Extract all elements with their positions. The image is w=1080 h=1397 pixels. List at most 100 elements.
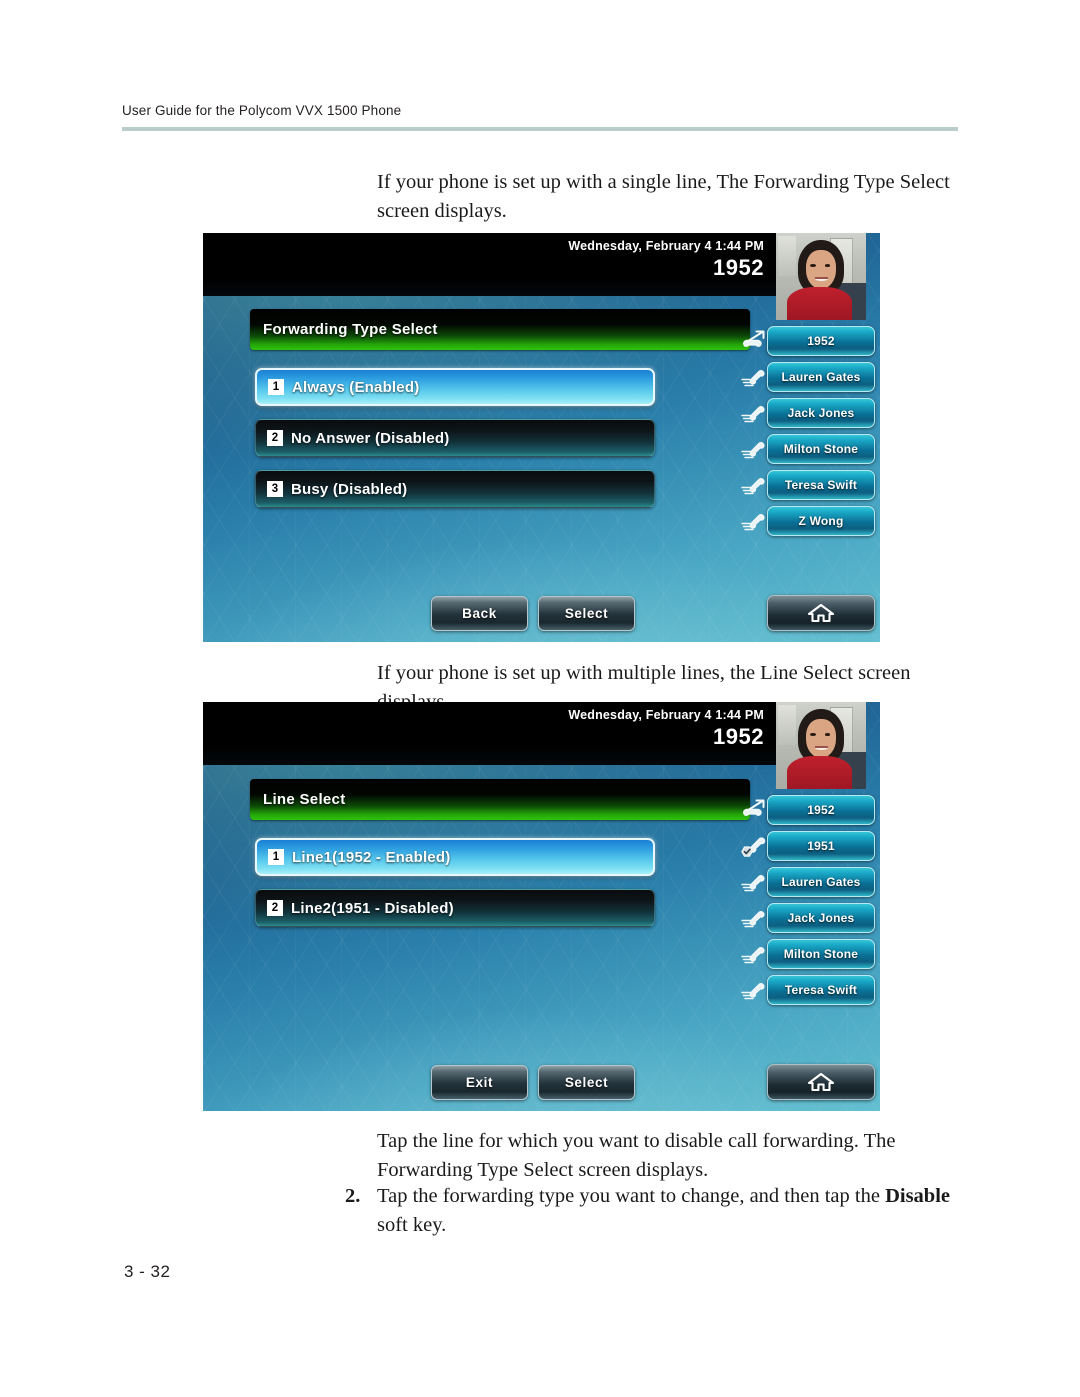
line-key[interactable]: Teresa Swift: [741, 975, 875, 1005]
step-2-bold-term: Disable: [885, 1185, 950, 1207]
handset-idle-icon: [741, 514, 765, 531]
soft-key-select[interactable]: Select: [538, 1065, 635, 1100]
status-bar: Wednesday, February 4 1:44 PM 1952: [203, 702, 776, 765]
home-button[interactable]: [767, 595, 875, 631]
line-key[interactable]: Lauren Gates: [741, 362, 875, 392]
step-2: 2. Tap the forwarding type you want to c…: [345, 1182, 965, 1240]
thumbnail-person-eye-left: [810, 264, 816, 268]
handset-idle-icon: [741, 442, 765, 459]
handset-idle-icon: [741, 911, 765, 928]
handset-idle-icon: [741, 983, 765, 1000]
menu-item[interactable]: 1 Line1(1952 - Enabled): [255, 838, 655, 876]
thumbnail-person-mouth: [814, 276, 829, 281]
menu-item-label: Line2(1951 - Disabled): [291, 899, 454, 917]
line-key-label: Lauren Gates: [781, 875, 861, 889]
handset-registered-icon: [741, 837, 766, 857]
menu-item[interactable]: 2 No Answer (Disabled): [255, 419, 655, 457]
line-key[interactable]: 1952: [743, 795, 875, 825]
line-key-label: 1952: [807, 803, 835, 817]
home-button[interactable]: [767, 1064, 875, 1100]
soft-key-select[interactable]: Select: [538, 596, 635, 631]
paragraph-single-line: If your phone is set up with a single li…: [377, 171, 950, 222]
menu-item-index: 3: [267, 481, 283, 497]
video-thumbnail[interactable]: [776, 233, 866, 320]
thumbnail-person-torso: [786, 286, 852, 320]
menu-item[interactable]: 1 Always (Enabled): [255, 368, 655, 406]
menu-item-label: Line1(1952 - Enabled): [292, 848, 451, 866]
menu-item-index: 2: [267, 430, 283, 446]
soft-key-label: Select: [564, 1075, 609, 1090]
line-key[interactable]: Milton Stone: [741, 939, 875, 969]
menu-item-label: No Answer (Disabled): [291, 429, 450, 447]
thumbnail-person-mouth: [814, 745, 829, 750]
handset-idle-icon: [741, 947, 765, 964]
status-datetime: Wednesday, February 4 1:44 PM: [568, 708, 764, 722]
handset-idle-icon: [741, 875, 765, 892]
document-header-text: User Guide for the Polycom VVX 1500 Phon…: [122, 103, 402, 118]
video-thumbnail[interactable]: [776, 702, 866, 789]
line-key[interactable]: Teresa Swift: [741, 470, 875, 500]
soft-key-back[interactable]: Back: [431, 596, 528, 631]
paragraph-tap-line: Tap the line for which you want to disab…: [377, 1130, 896, 1181]
line-key-label: Lauren Gates: [781, 370, 861, 384]
soft-key-bar: Back Select: [431, 596, 635, 631]
line-key-label: Milton Stone: [783, 442, 859, 456]
line-key[interactable]: 1952: [743, 326, 875, 356]
menu-item-index: 2: [267, 900, 283, 916]
page-number: 3 - 32: [124, 1262, 171, 1281]
line-key-label: Milton Stone: [783, 947, 859, 961]
menu-item-index: 1: [268, 379, 284, 395]
status-bar: Wednesday, February 4 1:44 PM 1952: [203, 233, 776, 296]
handset-idle-icon: [741, 478, 765, 495]
menu-item-label: Busy (Disabled): [291, 480, 408, 498]
line-key[interactable]: Jack Jones: [741, 903, 875, 933]
menu-title-label: Line Select: [263, 791, 346, 808]
thumbnail-person-face: [805, 250, 837, 289]
menu-title-bar: Forwarding Type Select: [250, 309, 750, 350]
phone-screenshot-forwarding-type-select: Wednesday, February 4 1:44 PM 1952 Forwa…: [203, 233, 880, 642]
thumbnail-wall-left: [777, 705, 796, 746]
home-icon: [807, 1072, 835, 1092]
line-key-label: Teresa Swift: [784, 478, 858, 492]
handset-idle-icon: [741, 406, 765, 423]
line-key-label: Jack Jones: [787, 406, 855, 420]
soft-key-exit[interactable]: Exit: [431, 1065, 528, 1100]
line-key-label: Jack Jones: [787, 911, 855, 925]
menu-item[interactable]: 2 Line2(1951 - Disabled): [255, 889, 655, 927]
document-header: User Guide for the Polycom VVX 1500 Phon…: [122, 103, 958, 131]
menu-item-label: Always (Enabled): [292, 378, 420, 396]
thumbnail-wall-left: [777, 236, 796, 277]
line-key[interactable]: Lauren Gates: [741, 867, 875, 897]
thumbnail-person-torso: [786, 755, 852, 789]
menu-title-bar: Line Select: [250, 779, 750, 820]
status-datetime: Wednesday, February 4 1:44 PM: [568, 239, 764, 253]
step-2-text: Tap the forwarding type you want to chan…: [377, 1182, 965, 1240]
menu-item[interactable]: 3 Busy (Disabled): [255, 470, 655, 508]
header-rule: [122, 127, 958, 131]
thumbnail-person-face: [805, 719, 837, 758]
menu-list: 1 Always (Enabled) 2 No Answer (Disabled…: [255, 368, 655, 521]
line-key[interactable]: 1951: [741, 831, 875, 861]
line-key-label: Z Wong: [798, 514, 844, 528]
home-icon: [807, 603, 835, 623]
line-key-label: 1952: [807, 334, 835, 348]
menu-title-label: Forwarding Type Select: [263, 321, 438, 338]
step-2-number: 2.: [345, 1185, 361, 1207]
line-key[interactable]: Z Wong: [741, 506, 875, 536]
line-key-rail: 1952 Lauren Gates Jack Jones Milton Ston…: [741, 326, 875, 542]
handset-idle-icon: [741, 370, 765, 387]
phone-screenshot-line-select: Wednesday, February 4 1:44 PM 1952 Line …: [203, 702, 880, 1111]
soft-key-bar: Exit Select: [431, 1065, 635, 1100]
line-key-rail: 1952 1951 Lauren Gates Jack Jones Milton…: [741, 795, 875, 1011]
soft-key-label: Back: [462, 606, 497, 621]
menu-list: 1 Line1(1952 - Enabled) 2 Line2(1951 - D…: [255, 838, 655, 940]
menu-item-index: 1: [268, 849, 284, 865]
soft-key-label: Select: [564, 606, 609, 621]
step-2-text-before: Tap the forwarding type you want to chan…: [377, 1185, 886, 1207]
line-key-label: 1951: [807, 839, 835, 853]
status-extension: 1952: [713, 255, 764, 280]
line-key-label: Teresa Swift: [784, 983, 858, 997]
step-2-text-after: soft key.: [377, 1214, 447, 1236]
line-key[interactable]: Milton Stone: [741, 434, 875, 464]
line-key[interactable]: Jack Jones: [741, 398, 875, 428]
